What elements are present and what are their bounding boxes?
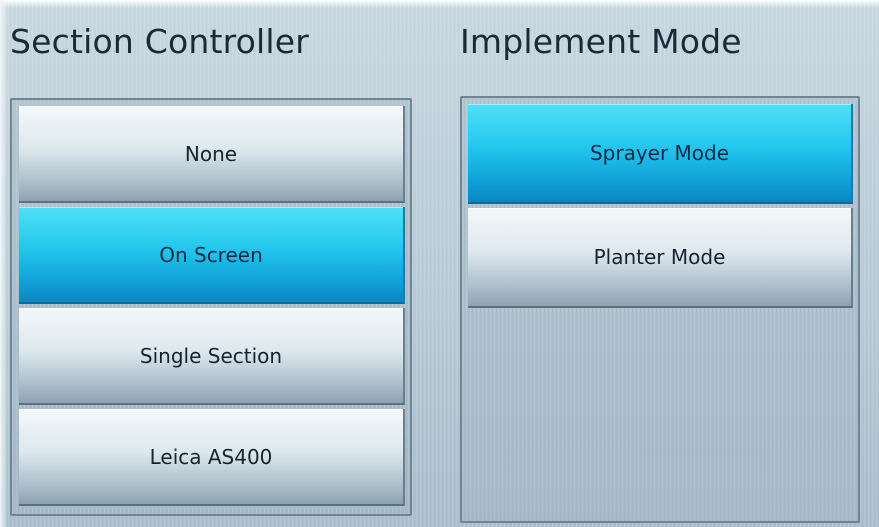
option-none[interactable]: None [19,106,405,203]
option-leica-as400[interactable]: Leica AS400 [19,409,405,506]
section-controller-title: Section Controller [10,22,310,61]
option-sprayer-mode[interactable]: Sprayer Mode [468,104,853,204]
option-on-screen[interactable]: On Screen [19,207,405,304]
option-single-section[interactable]: Single Section [19,308,405,405]
option-planter-mode[interactable]: Planter Mode [468,208,853,308]
screen-bezel-left [0,0,8,527]
screen-bezel-top [0,0,879,8]
implement-mode-title: Implement Mode [460,22,742,61]
section-controller-list: None On Screen Single Section Leica AS40… [10,98,412,516]
implement-mode-list: Sprayer Mode Planter Mode [460,96,860,523]
